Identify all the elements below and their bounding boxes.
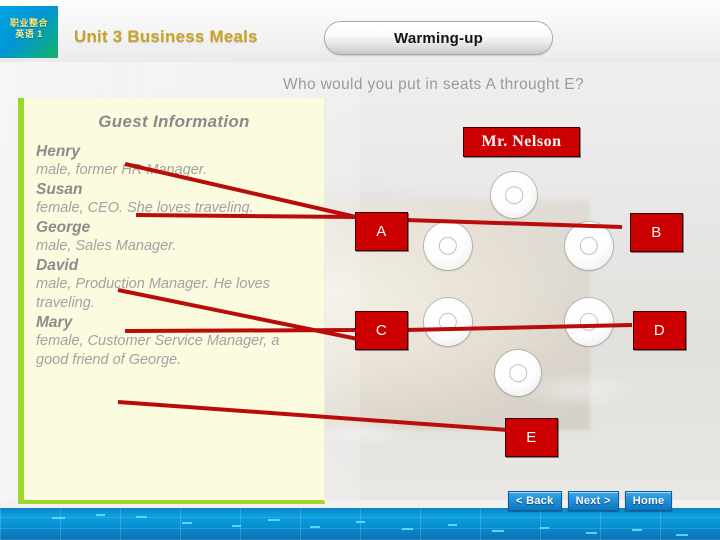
- question-text: Who would you put in seats A throught E?: [283, 76, 584, 93]
- logo-line-2: 英语 1: [15, 29, 43, 39]
- host-label-mr-nelson[interactable]: Mr. Nelson: [463, 127, 580, 157]
- seat-b-text: B: [651, 224, 662, 241]
- course-logo: 职业整合 英语 1: [0, 6, 58, 58]
- panel-title: Guest Information: [98, 112, 250, 131]
- seat-a-text: A: [376, 223, 387, 240]
- back-button-label: < Back: [516, 495, 554, 507]
- seat-d-text: D: [653, 322, 666, 339]
- guest-entry-david: David male, Production Manager. He loves…: [36, 256, 312, 313]
- plate-icon: [424, 222, 472, 270]
- page-title: Unit 3 Business Meals: [74, 27, 258, 46]
- logo-line-1: 职业整合: [9, 18, 48, 28]
- seat-label-d[interactable]: D: [633, 311, 686, 350]
- guest-name: Susan: [36, 181, 83, 198]
- section-badge: Warming-up: [325, 22, 552, 54]
- guest-name: Henry: [36, 143, 80, 160]
- guest-description: female, Customer Service Manager, a good…: [36, 333, 280, 368]
- guest-name: Mary: [36, 314, 73, 331]
- guest-information-panel: Guest Information Henry male, former HR …: [18, 98, 325, 504]
- guest-entry-george: George male, Sales Manager.: [36, 218, 312, 256]
- slide-canvas: 职业整合 英语 1 Unit 3 Business Meals Warming-…: [0, 0, 720, 540]
- seat-label-c[interactable]: C: [355, 311, 408, 350]
- host-label-text: Mr. Nelson: [481, 133, 562, 150]
- section-badge-label: Warming-up: [394, 29, 483, 47]
- plate-icon: [491, 172, 537, 218]
- seat-label-b[interactable]: B: [630, 213, 683, 252]
- seat-e-text: E: [526, 429, 537, 446]
- guest-name: George: [36, 219, 91, 236]
- guest-entry-henry: Henry male, former HR Manager.: [36, 142, 312, 180]
- seat-label-a[interactable]: A: [355, 212, 408, 251]
- plate-icon: [565, 222, 613, 270]
- guest-entry-mary: Mary female, Customer Service Manager, a…: [36, 313, 312, 370]
- home-button-label: Home: [632, 495, 665, 507]
- home-button[interactable]: Home: [624, 491, 673, 511]
- slide-header: 职业整合 英语 1 Unit 3 Business Meals Warming-…: [0, 0, 720, 62]
- guest-description: male, Production Manager. He loves trave…: [36, 276, 270, 311]
- next-button-label: Next >: [575, 495, 611, 507]
- plate-icon: [495, 350, 541, 396]
- navigation-bar: < Back Next > Home: [508, 491, 673, 511]
- guest-description: male, former HR Manager.: [36, 162, 208, 178]
- back-button[interactable]: < Back: [508, 491, 562, 511]
- seat-label-e[interactable]: E: [505, 418, 558, 457]
- next-button[interactable]: Next >: [567, 491, 619, 511]
- slide-footer: [0, 508, 720, 540]
- plate-icon: [424, 298, 472, 346]
- guest-entry-susan: Susan female, CEO. She loves traveling.: [36, 180, 312, 218]
- guest-description: female, CEO. She loves traveling.: [36, 200, 254, 216]
- guest-name: David: [36, 257, 79, 274]
- guest-description: male, Sales Manager.: [36, 238, 177, 254]
- plate-icon: [565, 298, 613, 346]
- footer-grid-pattern: [0, 508, 720, 540]
- seat-c-text: C: [375, 322, 388, 339]
